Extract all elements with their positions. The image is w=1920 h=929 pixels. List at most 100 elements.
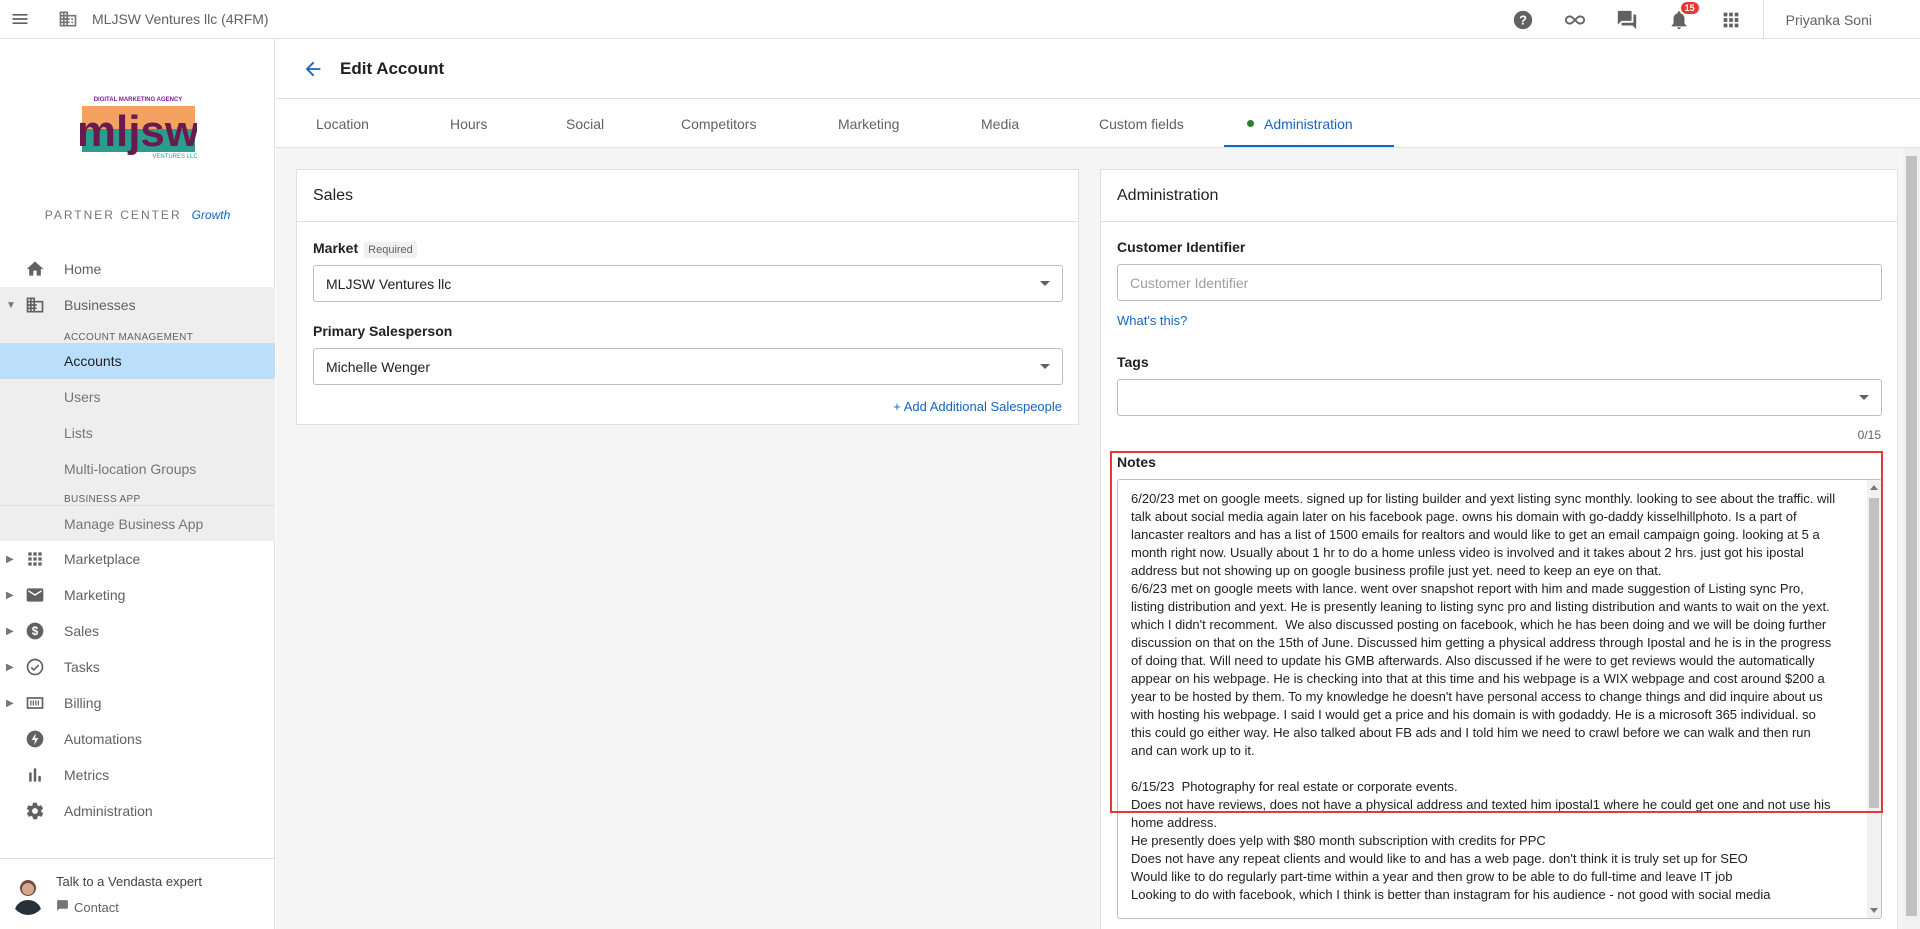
- active-tab-indicator: [1224, 145, 1394, 147]
- administration-card-title: Administration: [1101, 170, 1897, 222]
- expert-title: Talk to a Vendasta expert: [56, 874, 202, 889]
- tab-hours[interactable]: Hours: [450, 99, 487, 148]
- caret-right-icon: ▶: [6, 661, 14, 673]
- chat-icon[interactable]: [1601, 0, 1653, 39]
- sidebar-item-automations[interactable]: Automations: [0, 721, 275, 757]
- partner-center-text: PARTNER CENTER: [44, 208, 182, 222]
- sidebar-item-sales[interactable]: ▶ $ Sales: [0, 613, 275, 649]
- sidebar-item-users[interactable]: Users: [0, 379, 275, 415]
- sidebar-item-marketplace[interactable]: ▶ Marketplace: [0, 541, 275, 577]
- caret-right-icon: ▶: [6, 697, 14, 709]
- tab-custom-fields[interactable]: Custom fields: [1099, 99, 1184, 148]
- svg-text:DIGITAL MARKETING AGENCY: DIGITAL MARKETING AGENCY: [94, 97, 183, 103]
- notification-badge: 15: [1680, 2, 1699, 14]
- chevron-down-icon: [1040, 364, 1050, 369]
- chevron-down-icon: [1859, 395, 1869, 400]
- sidebar-item-label: Marketing: [64, 587, 126, 603]
- sidebar-item-accounts[interactable]: Accounts: [0, 343, 275, 379]
- dollar-icon: $: [24, 620, 46, 642]
- sidebar-item-metrics[interactable]: Metrics: [0, 757, 275, 793]
- contact-link[interactable]: Contact: [56, 899, 119, 915]
- sidebar-item-label: Automations: [64, 731, 142, 747]
- back-arrow-icon[interactable]: [302, 57, 326, 81]
- sidebar-item-multi-location-groups[interactable]: Multi-location Groups: [0, 451, 275, 487]
- menu-icon[interactable]: [0, 0, 40, 39]
- building-icon: [24, 294, 46, 316]
- account-management-header: ACCOUNT MANAGEMENT: [64, 332, 194, 343]
- sidebar-nav: Home ▼ Businesses ACCOUNT MANAGEMENT Acc…: [0, 251, 275, 829]
- chevron-down-icon: [1040, 281, 1050, 286]
- sidebar-item-tasks[interactable]: ▶ Tasks: [0, 649, 275, 685]
- caret-right-icon: ▶: [6, 625, 14, 637]
- gear-icon: [24, 800, 46, 822]
- sales-card-title: Sales: [297, 170, 1078, 222]
- bar-chart-icon: [24, 764, 46, 786]
- sidebar-item-administration[interactable]: Administration: [0, 793, 275, 829]
- market-label: Market Required: [313, 240, 417, 258]
- page-scrollbar[interactable]: [1903, 148, 1920, 929]
- salesperson-value: Michelle Wenger: [326, 358, 431, 375]
- svg-text:mljsw: mljsw: [80, 107, 197, 156]
- market-select[interactable]: MLJSW Ventures llc: [313, 265, 1063, 302]
- sidebar-item-billing[interactable]: ▶ Billing: [0, 685, 275, 721]
- contact-label: Contact: [74, 899, 119, 915]
- scroll-up-icon[interactable]: [1870, 485, 1878, 490]
- tab-administration[interactable]: Administration: [1247, 99, 1353, 148]
- scroll-down-icon[interactable]: [1870, 908, 1878, 913]
- sidebar-item-marketing[interactable]: ▶ Marketing: [0, 577, 275, 613]
- sidebar-item-label: Businesses: [64, 297, 136, 313]
- notes-scroll-thumb[interactable]: [1869, 498, 1879, 808]
- customer-identifier-input[interactable]: Customer Identifier: [1117, 264, 1882, 301]
- bell-icon[interactable]: 15: [1653, 0, 1705, 39]
- tab-location[interactable]: Location: [316, 99, 369, 148]
- business-name[interactable]: MLJSW Ventures llc (4RFM): [92, 11, 269, 27]
- tab-competitors[interactable]: Competitors: [681, 99, 756, 148]
- svg-text:$: $: [32, 625, 39, 638]
- sidebar-item-home[interactable]: Home: [0, 251, 275, 287]
- caret-right-icon: ▶: [6, 553, 14, 565]
- infinity-icon[interactable]: [1549, 0, 1601, 39]
- caret-right-icon: ▶: [6, 589, 14, 601]
- notes-textarea[interactable]: 6/20/23 met on google meets. signed up f…: [1117, 479, 1882, 919]
- top-bar: MLJSW Ventures llc (4RFM) ? 15 Priyanka …: [0, 0, 1920, 39]
- notes-text: 6/20/23 met on google meets. signed up f…: [1131, 491, 1836, 902]
- notes-scrollbar[interactable]: [1867, 480, 1881, 918]
- sidebar-item-label: Metrics: [64, 767, 110, 783]
- sidebar-item-label: Billing: [64, 695, 102, 711]
- partner-center-label: PARTNER CENTER Growth: [0, 208, 275, 222]
- businesses-submenu: ACCOUNT MANAGEMENT Accounts Users Lists …: [0, 323, 275, 541]
- tab-marketing[interactable]: Marketing: [838, 99, 899, 148]
- tab-media[interactable]: Media: [981, 99, 1019, 148]
- market-label-text: Market: [313, 240, 359, 256]
- apps-grid-icon[interactable]: [1705, 0, 1757, 39]
- salesperson-select[interactable]: Michelle Wenger: [313, 348, 1063, 385]
- main-content: Edit Account Location Hours Social Compe…: [276, 39, 1920, 929]
- help-icon[interactable]: ?: [1497, 0, 1549, 39]
- tags-select[interactable]: [1117, 379, 1882, 416]
- tab-social[interactable]: Social: [566, 99, 604, 148]
- sidebar-item-label: Administration: [64, 803, 153, 819]
- page-title: Edit Account: [340, 58, 445, 78]
- sidebar-item-lists[interactable]: Lists: [0, 415, 275, 451]
- svg-text:?: ?: [1519, 12, 1527, 27]
- sidebar-item-label: Marketplace: [64, 551, 141, 567]
- building-icon: [58, 8, 80, 30]
- salesperson-label: Primary Salesperson: [313, 323, 453, 339]
- add-salespeople-link[interactable]: + Add Additional Salespeople: [893, 399, 1062, 414]
- sidebar-item-manage-business-app[interactable]: Manage Business App: [0, 505, 275, 541]
- billing-icon: [24, 692, 46, 714]
- sidebar-item-businesses[interactable]: ▼ Businesses: [0, 287, 275, 323]
- check-circle-icon: [24, 656, 46, 678]
- home-icon: [24, 258, 46, 280]
- expert-panel: Talk to a Vendasta expert Contact: [0, 858, 275, 929]
- sidebar: DIGITAL MARKETING AGENCY mljsw VENTURES …: [0, 39, 275, 929]
- tags-counter: 0/15: [1857, 428, 1881, 442]
- tags-label: Tags: [1117, 354, 1149, 370]
- notes-label: Notes: [1117, 454, 1156, 470]
- chat-icon: [56, 899, 69, 915]
- customer-identifier-label: Customer Identifier: [1117, 239, 1246, 255]
- whats-this-link[interactable]: What's this?: [1117, 313, 1187, 328]
- tab-label: Administration: [1264, 115, 1353, 132]
- user-menu[interactable]: Priyanka Soni: [1764, 12, 1920, 28]
- page-scroll-thumb[interactable]: [1906, 156, 1917, 916]
